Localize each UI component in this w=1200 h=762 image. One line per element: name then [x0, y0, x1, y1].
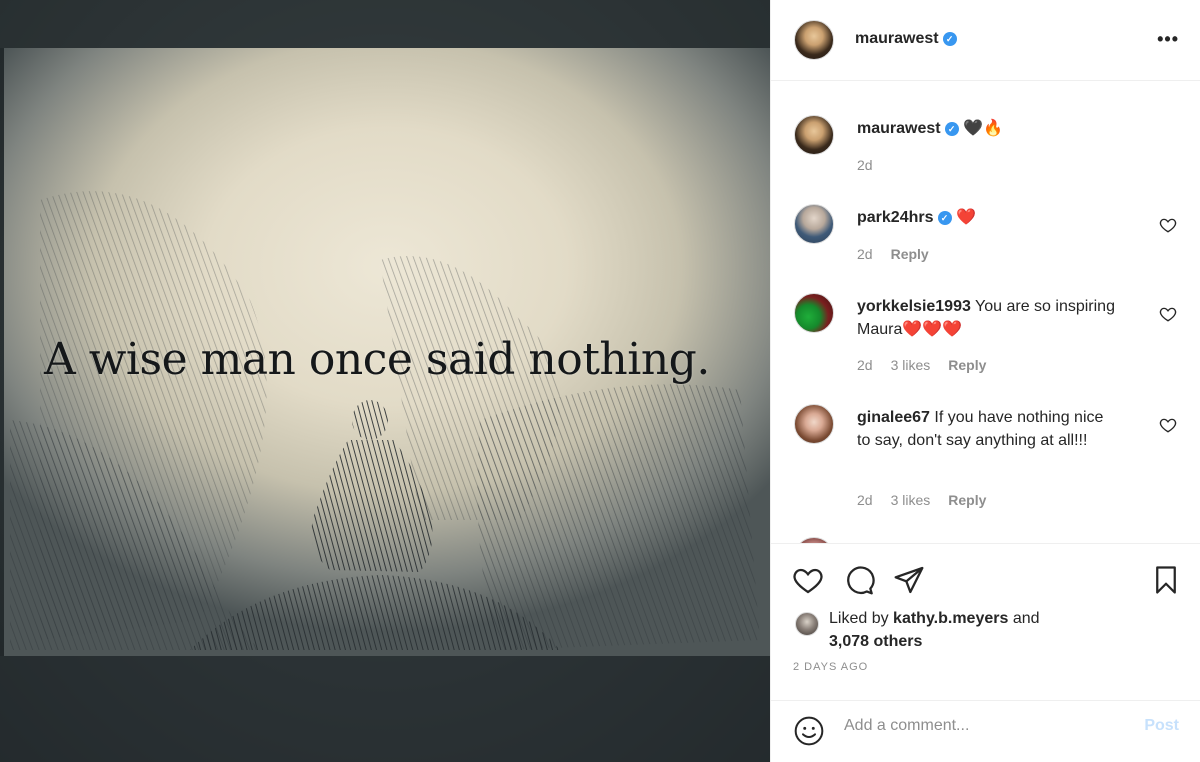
- comment-item: yorkkelsie1993 You are so inspiring Maur…: [771, 293, 1200, 383]
- more-options-icon[interactable]: •••: [1157, 30, 1179, 48]
- bookmark-icon[interactable]: [1151, 564, 1181, 596]
- comment-body: yorkkelsie1993 You are so inspiring Maur…: [857, 295, 1117, 341]
- avatar[interactable]: [794, 293, 834, 333]
- comment-likes[interactable]: 3 likes: [891, 492, 931, 508]
- verified-badge-icon: ✓: [937, 211, 952, 225]
- comments-list[interactable]: maurawest ✓ 🖤🔥 2d park24hrs ✓ ❤️ 2d Reply: [771, 81, 1200, 543]
- comment-username[interactable]: maurawest: [857, 120, 941, 137]
- avatar[interactable]: [794, 404, 834, 444]
- author-username[interactable]: maurawest: [855, 30, 939, 47]
- others-count[interactable]: 3,078 others: [829, 633, 922, 650]
- image-quote-text: A wise man once said nothing.: [44, 334, 710, 385]
- share-icon[interactable]: [893, 564, 925, 596]
- comment-meta: 2d: [857, 157, 891, 173]
- comment-username[interactable]: yorkkelsie1993: [857, 298, 971, 315]
- comment-input[interactable]: Add a comment...: [844, 717, 969, 735]
- and-label: and: [1012, 610, 1040, 627]
- comment-username[interactable]: ginalee67: [857, 409, 930, 426]
- comment-like-heart-icon[interactable]: [1159, 305, 1177, 323]
- verified-badge-icon: ✓: [944, 122, 959, 136]
- comment-body: ginalee67 If you have nothing nice to sa…: [857, 406, 1117, 452]
- reply-button[interactable]: Reply: [891, 246, 929, 262]
- reply-button[interactable]: Reply: [948, 492, 986, 508]
- reply-button[interactable]: Reply: [948, 357, 986, 373]
- author-avatar[interactable]: [794, 20, 834, 60]
- comment-meta: 2d 3 likes Reply: [857, 357, 1004, 373]
- liked-by-user[interactable]: kathy.b.meyers: [893, 610, 1008, 627]
- post-comment-button[interactable]: Post: [1144, 717, 1179, 735]
- post-detail-panel: maurawest ✓ ••• maurawest ✓ 🖤🔥 2d park24hr…: [770, 0, 1200, 762]
- comment-body: maurawest ✓ 🖤🔥: [857, 117, 1117, 140]
- comment-age: 2d: [857, 246, 873, 262]
- liked-by-prefix: Liked by: [829, 610, 889, 627]
- comment-text: ❤️: [955, 209, 976, 226]
- comment-item: park24hrs ✓ ❤️ 2d Reply: [771, 204, 1200, 274]
- verified-badge-icon: ✓: [942, 32, 957, 46]
- avatar[interactable]: [794, 204, 834, 244]
- comment-icon[interactable]: [843, 564, 875, 596]
- comment-text: 🖤🔥: [963, 120, 1003, 137]
- caption-comment: maurawest ✓ 🖤🔥 2d: [771, 115, 1200, 185]
- liked-by-summary: Liked by kathy.b.meyers and 3,078 others: [829, 607, 1040, 653]
- comment-like-heart-icon[interactable]: [1159, 416, 1177, 434]
- add-comment-bar: Add a comment... Post: [771, 700, 1200, 762]
- comment-age: 2d: [857, 157, 873, 173]
- avatar[interactable]: [794, 115, 834, 155]
- comment-age: 2d: [857, 357, 873, 373]
- heart-icon[interactable]: [792, 564, 824, 596]
- comment-likes[interactable]: 3 likes: [891, 357, 931, 373]
- post-timestamp[interactable]: 2 DAYS AGO: [793, 661, 868, 673]
- comment-like-heart-icon[interactable]: [1159, 216, 1177, 234]
- comment-item: ginalee67 If you have nothing nice to sa…: [771, 404, 1200, 514]
- post-header: maurawest ✓ •••: [771, 0, 1200, 81]
- comment-meta: 2d 3 likes Reply: [857, 492, 1004, 508]
- comment-username[interactable]: park24hrs: [857, 209, 934, 226]
- comment-age: 2d: [857, 492, 873, 508]
- emoji-icon[interactable]: [793, 715, 825, 747]
- comment-meta: 2d Reply: [857, 246, 947, 262]
- liker-avatar[interactable]: [795, 612, 819, 636]
- post-image[interactable]: A wise man once said nothing.: [0, 0, 770, 762]
- comment-body: park24hrs ✓ ❤️: [857, 206, 1117, 229]
